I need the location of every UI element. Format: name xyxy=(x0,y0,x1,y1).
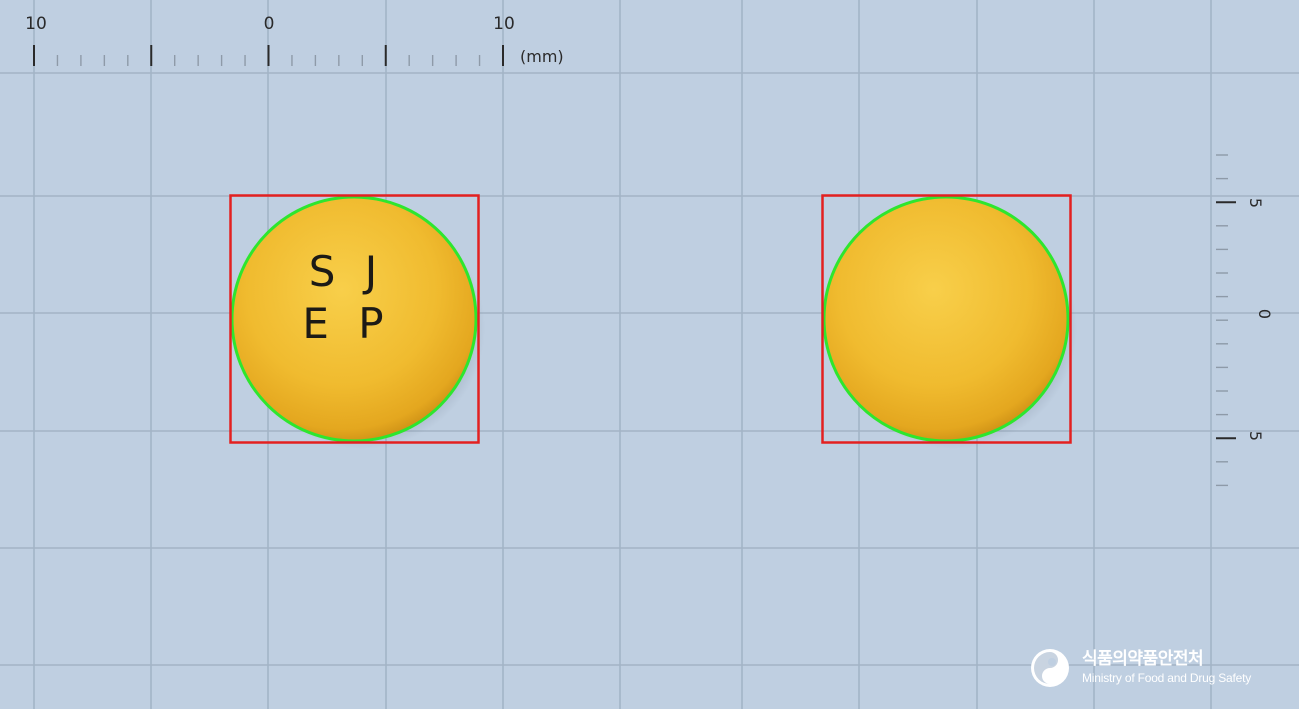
top-ruler-unit: (mm) xyxy=(520,47,564,66)
background-grid xyxy=(0,0,1299,709)
top-ruler-label-zero: 0 xyxy=(264,14,275,34)
watermark-english: Ministry of Food and Drug Safety xyxy=(1082,671,1252,686)
pill-front-imprint-line1: S J xyxy=(309,247,385,296)
top-ruler-label-right: 10 xyxy=(493,14,515,34)
top-ruler-label-left: 10 xyxy=(25,14,47,34)
mfds-watermark: 식품의약품안전처 Ministry of Food and Drug Safet… xyxy=(1030,648,1251,688)
pill-back xyxy=(821,194,1077,449)
right-ruler-label-zero: 0 xyxy=(1255,309,1274,319)
scene-canvas: 10 0 10 (mm) 5 0 5 S J E P xyxy=(0,0,1299,709)
pill-front-imprint-line2: E P xyxy=(302,299,391,348)
right-ruler-label-bottom: 5 xyxy=(1246,431,1265,441)
top-ruler: 10 0 10 (mm) xyxy=(25,14,564,66)
watermark-korean: 식품의약품안전처 xyxy=(1082,649,1204,670)
pill-identification-image: 10 0 10 (mm) 5 0 5 S J E P 식품의약품안전처 Mini… xyxy=(0,0,1299,709)
right-ruler: 5 0 5 xyxy=(1216,154,1274,487)
right-ruler-label-top: 5 xyxy=(1246,198,1265,208)
mfds-logo-icon xyxy=(1031,649,1069,687)
